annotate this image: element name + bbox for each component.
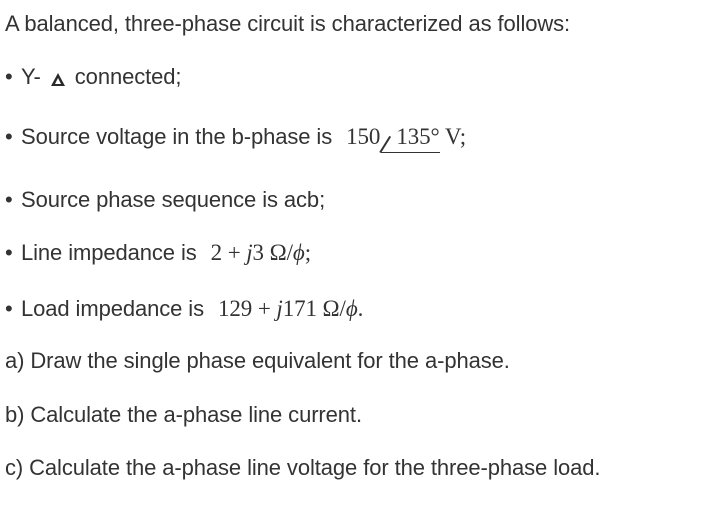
question-a: a) Draw the single phase equivalent for … [5, 348, 510, 373]
phase-angle: 135° [380, 124, 440, 153]
connection-prefix: Y- [21, 64, 41, 89]
real-part: 129 [218, 296, 253, 321]
list-item-connection: • Y-connected; [5, 64, 182, 90]
intro-text: A balanced, three-phase circuit is chara… [5, 11, 571, 36]
plus-sign: + [227, 240, 241, 265]
line-impedance-label: Line impedance is [21, 240, 197, 265]
plus-sign: + [257, 296, 271, 321]
imaginary-part: 171 [282, 296, 317, 321]
phi-symbol: ϕ [292, 240, 305, 265]
list-item-load-impedance: • Load impedance is 129 + j171 Ω/ϕ. [5, 296, 363, 322]
voltage-unit: V; [444, 124, 466, 149]
source-voltage-value: 150 135° V; [346, 124, 466, 153]
list-item-phase-sequence: • Source phase sequence is acb; [5, 187, 325, 213]
bullet: • [5, 240, 13, 265]
source-voltage-label: Source voltage in the b-phase is [21, 124, 333, 149]
bullet: • [5, 124, 13, 149]
connection-suffix: connected; [74, 64, 182, 89]
phase-sequence-text: Source phase sequence is acb; [21, 187, 326, 212]
delta-icon [50, 73, 65, 86]
voltage-angle: 135° [396, 124, 440, 149]
voltage-magnitude: 150 [346, 124, 381, 149]
punctuation: ; [304, 240, 312, 265]
line-impedance-value: 2 + j3 Ω/ϕ; [211, 240, 311, 265]
bullet: • [5, 296, 13, 321]
bullet: • [5, 187, 13, 212]
question-c: c) Calculate the a-phase line voltage fo… [5, 455, 601, 480]
question-b: b) Calculate the a-phase line current. [5, 402, 362, 427]
list-item-line-impedance: • Line impedance is 2 + j3 Ω/ϕ; [5, 240, 311, 266]
impedance-unit: Ω/ [269, 240, 293, 265]
load-impedance-value: 129 + j171 Ω/ϕ. [218, 296, 363, 321]
bullet: • [5, 64, 13, 89]
punctuation: . [357, 296, 364, 321]
impedance-unit: Ω/ [322, 296, 346, 321]
real-part: 2 [210, 240, 223, 265]
list-item-source-voltage: • Source voltage in the b-phase is 150 135… [5, 124, 466, 153]
load-impedance-label: Load impedance is [21, 296, 204, 321]
phi-symbol: ϕ [345, 296, 358, 321]
imaginary-part: 3 [252, 240, 265, 265]
